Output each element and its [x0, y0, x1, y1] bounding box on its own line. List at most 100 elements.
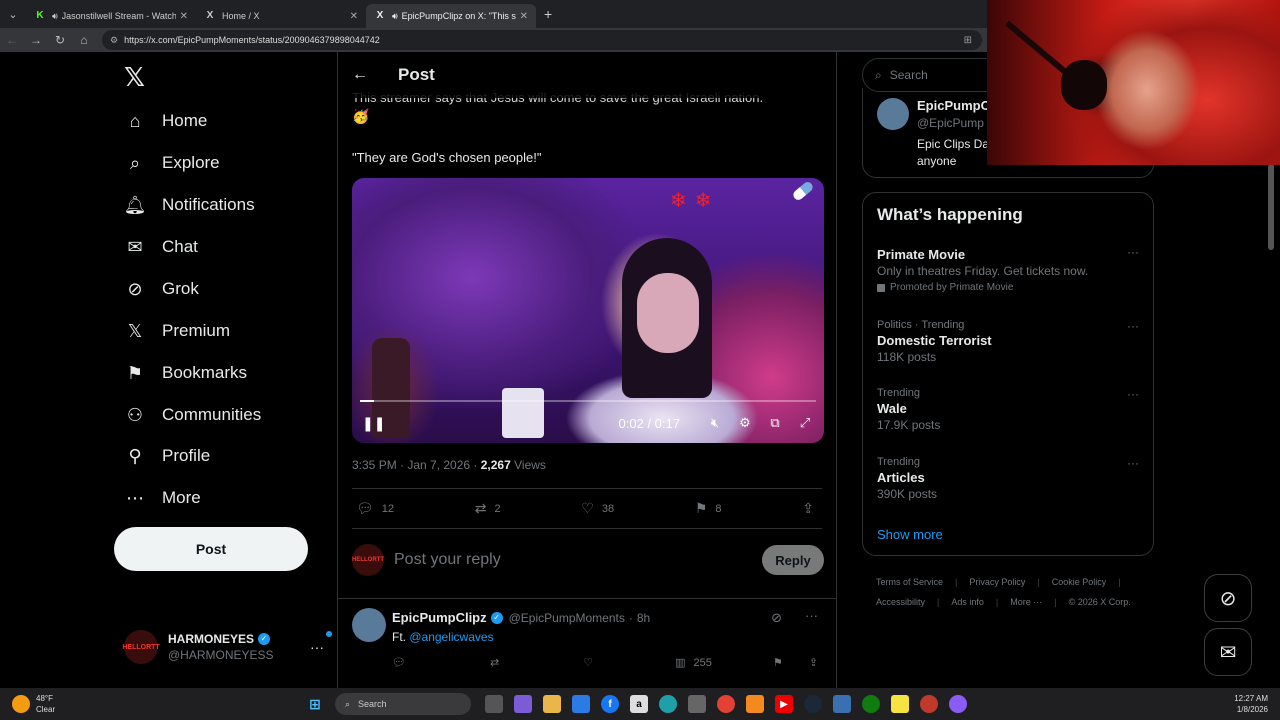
heart-icon[interactable]: ♡ [583, 656, 593, 669]
app-icon[interactable] [949, 695, 967, 713]
youtube-icon[interactable]: ▶ [775, 695, 793, 713]
picture-in-picture-icon[interactable]: ⧉ [766, 415, 784, 431]
more-dots-icon[interactable]: ··· [1127, 245, 1139, 259]
system-clock[interactable]: 12:27 AM 1/8/2026 [1234, 693, 1268, 715]
profile-display-name[interactable]: EpicPumpCl [917, 98, 994, 113]
footer-link[interactable]: Accessibility [876, 597, 925, 607]
back-arrow-icon[interactable]: ← [0, 28, 24, 52]
app-icon[interactable] [833, 695, 851, 713]
amazon-icon[interactable]: a [630, 695, 648, 713]
reply-input[interactable] [394, 551, 762, 569]
reply-icon[interactable]: 💬︎ [392, 656, 406, 669]
like-action[interactable]: ♡ 38 [581, 500, 614, 517]
footer-link[interactable]: More ··· [1010, 597, 1042, 607]
tab-epicpumpclipz-post[interactable]: X 🔊︎ EpicPumpClipz on X: "This str ✕ [366, 4, 536, 28]
speaker-icon[interactable]: 🔊︎ [52, 11, 58, 22]
tweet-display-name[interactable]: EpicPumpClipz [392, 610, 487, 625]
nav-item-premium[interactable]: 𝕏 Premium [124, 320, 230, 342]
copilot-icon[interactable] [514, 695, 532, 713]
search-input[interactable] [889, 68, 990, 82]
fullscreen-icon[interactable]: ⤢ [796, 415, 814, 431]
more-dots-icon[interactable]: ··· [1127, 387, 1139, 401]
extensions-icon[interactable]: ⊞ [964, 35, 972, 46]
sticky-notes-icon[interactable] [891, 695, 909, 713]
settings-gear-icon[interactable]: ⚙ [736, 415, 754, 431]
trend-item[interactable]: Primate Movie Only in theatres Friday. G… [877, 245, 1139, 293]
muted-speaker-icon[interactable]: 🔇︎ [706, 415, 724, 431]
nav-item-chat[interactable]: ✉ Chat [124, 236, 197, 258]
calculator-icon[interactable] [688, 695, 706, 713]
video-scrubber[interactable] [360, 400, 816, 402]
nav-item-notifications[interactable]: 🔔︎ Notifications [124, 194, 255, 216]
x-logo-icon[interactable]: 𝕏 [124, 62, 145, 93]
footer-link[interactable]: Ads info [951, 597, 984, 607]
bookmark-action[interactable]: ⚑ 8 [695, 500, 722, 517]
nav-item-grok[interactable]: ⊘ Grok [124, 278, 198, 300]
xbox-icon[interactable] [862, 695, 880, 713]
tab-dropdown-icon[interactable]: ⌄ [0, 0, 26, 28]
more-dots-icon[interactable]: ··· [805, 608, 818, 623]
repost-icon[interactable]: ⇄ [490, 656, 499, 669]
steam-icon[interactable] [804, 695, 822, 713]
mention-link[interactable]: @angelicwaves [409, 630, 493, 644]
nav-item-bookmarks[interactable]: ⚑ Bookmarks [124, 362, 247, 384]
file-explorer-icon[interactable] [543, 695, 561, 713]
trend-item[interactable]: Politics · Trending Domestic Terrorist 1… [877, 319, 1139, 364]
bookmark-icon[interactable]: ⚑ [773, 656, 783, 669]
home-icon[interactable]: ⌂ [72, 28, 96, 52]
close-tab-icon[interactable]: ✕ [180, 11, 188, 22]
repost-action[interactable]: ⇄ 2 [475, 500, 501, 517]
nav-item-explore[interactable]: ⌕ Explore [124, 152, 220, 174]
grok-icon[interactable]: ⊘ [771, 610, 782, 626]
post-button[interactable]: Post [114, 527, 308, 571]
taskbar-search[interactable]: ⌕ Search [335, 693, 471, 715]
tab-home-x[interactable]: X Home / X ✕ [196, 4, 366, 28]
reply-action[interactable]: 💬︎ 12 [356, 500, 394, 517]
app-icon[interactable] [746, 695, 764, 713]
pause-icon[interactable]: ❚❚ [362, 415, 385, 432]
facebook-icon[interactable]: f [601, 695, 619, 713]
more-dots-icon[interactable]: ··· [1127, 456, 1139, 470]
reply-button[interactable]: Reply [762, 545, 824, 575]
avatar[interactable] [877, 98, 909, 130]
edge-icon[interactable] [659, 695, 677, 713]
back-arrow-icon[interactable]: ← [352, 66, 368, 84]
close-tab-icon[interactable]: ✕ [350, 11, 358, 22]
app-icon[interactable] [920, 695, 938, 713]
forward-arrow-icon[interactable]: → [24, 28, 48, 52]
share-action[interactable]: ⇪ [802, 500, 822, 517]
avatar[interactable] [352, 608, 386, 642]
task-view-icon[interactable] [485, 695, 503, 713]
footer-link[interactable]: Terms of Service [876, 577, 943, 587]
speaker-icon[interactable]: 🔊︎ [392, 11, 398, 22]
weather-widget[interactable]: 48°F Clear [12, 693, 55, 715]
share-icon[interactable]: ⇪ [809, 656, 818, 669]
views-icon[interactable]: ▥ [675, 656, 685, 669]
site-info-icon[interactable]: ⚙ [110, 35, 118, 46]
footer-link[interactable]: Privacy Policy [969, 577, 1025, 587]
trend-item[interactable]: Trending Articles 390K posts ··· [877, 456, 1139, 501]
account-switcher[interactable]: HELLORTT HARMONEYES ✓ @HARMONEYESS ··· [122, 630, 332, 664]
chrome-icon[interactable] [717, 695, 735, 713]
page-scrollbar[interactable] [1268, 164, 1274, 250]
footer-link[interactable]: Cookie Policy [1052, 577, 1107, 587]
video-player[interactable]: ❄❄ ❚❚ 0:02 / 0:17 🔇︎ ⚙ ⧉ ⤢ [352, 178, 824, 443]
tweet-time[interactable]: 8h [637, 611, 650, 625]
nav-item-more[interactable]: ⋯ More [124, 487, 201, 509]
messages-fab-button[interactable]: ✉ [1204, 628, 1252, 676]
close-tab-icon[interactable]: ✕ [520, 11, 528, 22]
tweet-handle[interactable]: @EpicPumpMoments [509, 611, 625, 625]
tab-kick-stream[interactable]: K 🔊︎ Jasonstilwell Stream - Watch Li ✕ [26, 4, 196, 28]
more-dots-icon[interactable]: ··· [1127, 319, 1139, 333]
url-field[interactable]: ⚙ https://x.com/EpicPumpMoments/status/2… [102, 30, 982, 50]
show-more-link[interactable]: Show more [877, 527, 943, 542]
nav-item-communities[interactable]: ⚇ Communities [124, 404, 261, 426]
trend-item[interactable]: Trending Wale 17.9K posts ··· [877, 387, 1139, 432]
more-dots-icon[interactable]: ··· [310, 631, 332, 655]
reload-icon[interactable]: ↻ [48, 28, 72, 52]
windows-start-icon[interactable]: ⊞ [306, 695, 324, 713]
store-icon[interactable] [572, 695, 590, 713]
nav-item-home[interactable]: ⌂ Home [124, 110, 208, 132]
grok-fab-button[interactable]: ⊘ [1204, 574, 1252, 622]
new-tab-icon[interactable]: + [544, 6, 552, 22]
